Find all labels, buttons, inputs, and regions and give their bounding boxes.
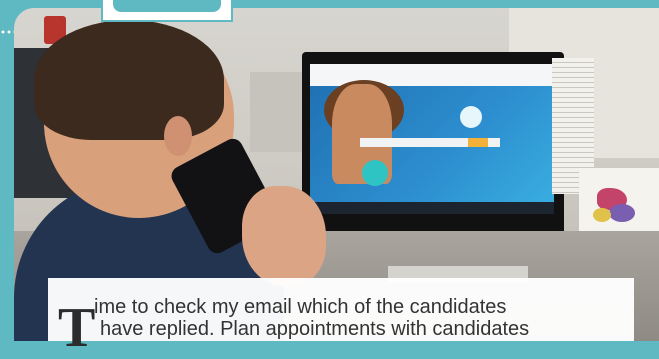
- screen-circle-icon: [362, 160, 388, 186]
- man-hand: [242, 186, 326, 286]
- drop-cap: T: [58, 297, 96, 359]
- screen-button: [468, 138, 488, 147]
- caption-box: T ime to check my email which of the can…: [48, 278, 634, 356]
- screen-taskbar: [310, 202, 554, 214]
- man-ear: [164, 116, 192, 156]
- monitor-screen: [310, 64, 554, 214]
- caption-line-2: have replied. Plan appointments with can…: [100, 318, 530, 340]
- map-region: [609, 204, 635, 222]
- caption-line-1: ime to check my email which of the candi…: [94, 296, 507, 318]
- man-hair: [34, 20, 224, 140]
- screen-bubble: [460, 106, 482, 128]
- top-logo-badge: [101, 0, 233, 22]
- map-region: [593, 208, 611, 222]
- computer-monitor: [302, 52, 564, 242]
